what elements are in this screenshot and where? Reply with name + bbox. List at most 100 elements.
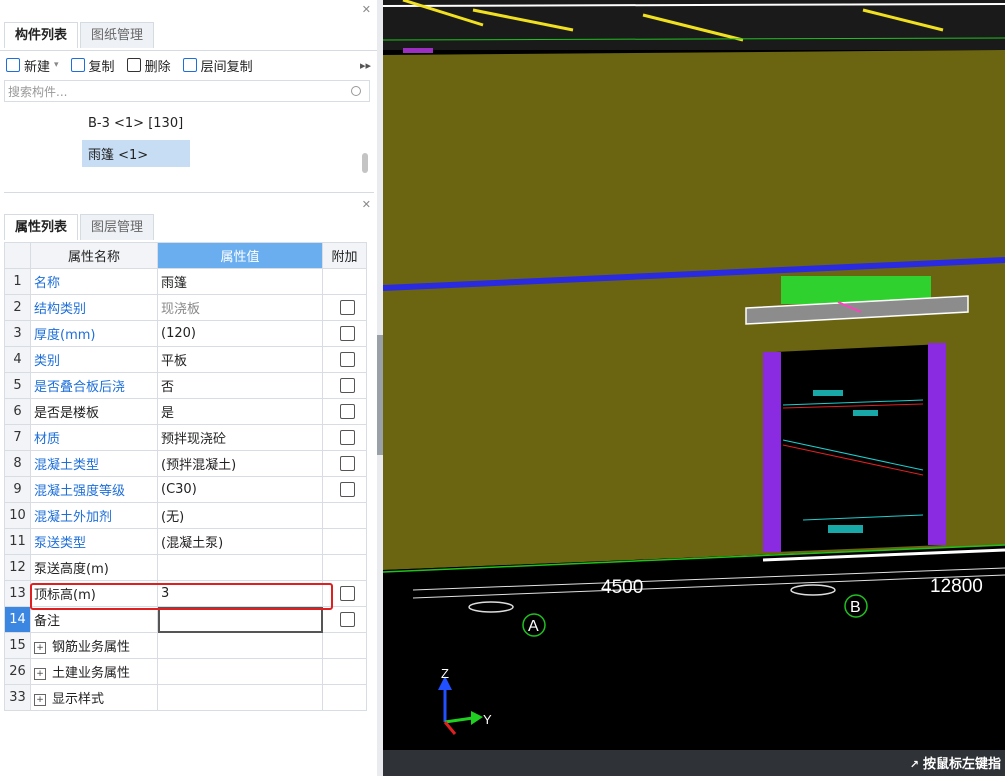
row-number: 9 xyxy=(4,476,31,503)
table-row[interactable]: 10 混凝土外加剂 (无) xyxy=(4,502,367,529)
property-value[interactable]: 平板 xyxy=(157,346,323,373)
copy-button-label: 复制 xyxy=(88,59,115,75)
tab-property-list[interactable]: 属性列表 xyxy=(4,214,79,240)
search-input[interactable]: 搜索构件... xyxy=(8,83,351,100)
table-row[interactable]: 1 名称 雨篷 xyxy=(4,268,367,295)
property-value[interactable]: 3 xyxy=(157,580,323,607)
close-icon[interactable]: ✕ xyxy=(362,198,371,211)
copy-button[interactable]: 复制 xyxy=(70,56,115,75)
table-row[interactable]: 7 材质 预拌现浇砼 xyxy=(4,424,367,451)
floor-copy-icon xyxy=(182,58,197,72)
property-extra xyxy=(322,658,367,685)
extra-checkbox[interactable] xyxy=(340,326,355,341)
table-row[interactable]: 9 混凝土强度等级 (C30) xyxy=(4,476,367,503)
property-name-text: 备注 xyxy=(34,614,61,629)
property-value[interactable]: 否 xyxy=(157,372,323,399)
axis-a-label: A xyxy=(528,618,539,635)
chevron-down-icon[interactable]: ▾ xyxy=(54,60,59,70)
scrollbar-thumb[interactable] xyxy=(362,153,368,173)
new-button[interactable]: 新建 ▾ xyxy=(6,56,59,75)
extra-checkbox[interactable] xyxy=(340,430,355,445)
table-row[interactable]: 6 是否是楼板 是 xyxy=(4,398,367,425)
property-value[interactable]: (预拌混凝土) xyxy=(157,450,323,477)
extra-checkbox[interactable] xyxy=(340,404,355,419)
property-extra xyxy=(322,268,367,295)
door-opening xyxy=(775,344,943,552)
delete-button[interactable]: 删除 xyxy=(126,56,171,75)
row-number: 33 xyxy=(4,684,31,711)
new-icon xyxy=(6,58,20,72)
extra-checkbox[interactable] xyxy=(340,456,355,471)
property-value[interactable]: (混凝土泵) xyxy=(157,528,323,555)
extra-checkbox[interactable] xyxy=(340,482,355,497)
3d-viewport[interactable]: A B 4500 12800 Z Y ↗ 按鼠标左键指 xyxy=(383,0,1005,776)
scene-canvas[interactable]: A B 4500 12800 Z Y xyxy=(383,0,1005,776)
property-value[interactable]: (C30) xyxy=(157,476,323,503)
property-name-text: 钢筋业务属性 xyxy=(52,640,131,655)
table-row[interactable]: 12 泵送高度(m) xyxy=(4,554,367,581)
property-value[interactable]: 现浇板 xyxy=(157,294,323,321)
property-name-text: 混凝土外加剂 xyxy=(34,510,113,525)
copy-icon xyxy=(70,58,85,72)
property-name: 厚度(mm) xyxy=(30,320,158,347)
extra-checkbox[interactable] xyxy=(340,300,355,315)
property-value[interactable] xyxy=(157,606,323,633)
property-name: + 钢筋业务属性 xyxy=(30,632,158,659)
property-value[interactable] xyxy=(157,554,323,581)
table-row[interactable]: 5 是否叠合板后浇 否 xyxy=(4,372,367,399)
table-row[interactable]: 15 + 钢筋业务属性 xyxy=(4,632,367,659)
row-number: 5 xyxy=(4,372,31,399)
property-name-text: 显示样式 xyxy=(52,692,105,707)
property-value[interactable] xyxy=(157,684,323,711)
floor-copy-button-label: 层间复制 xyxy=(200,59,253,75)
tab-component-list[interactable]: 构件列表 xyxy=(4,22,79,48)
property-extra xyxy=(322,398,367,425)
property-extra xyxy=(322,580,367,607)
property-extra xyxy=(322,424,367,451)
property-extra xyxy=(322,632,367,659)
cursor-icon: ↗ xyxy=(909,758,919,771)
search-icon[interactable] xyxy=(351,86,361,96)
property-value[interactable]: (120) xyxy=(157,320,323,347)
table-row[interactable]: 8 混凝土类型 (预拌混凝土) xyxy=(4,450,367,477)
extra-checkbox[interactable] xyxy=(340,378,355,393)
table-row[interactable]: 14 备注 xyxy=(4,606,367,633)
close-icon[interactable]: ✕ xyxy=(362,3,371,16)
tab-layer-management[interactable]: 图层管理 xyxy=(80,214,155,240)
property-name: 材质 xyxy=(30,424,158,451)
property-value[interactable]: 雨篷 xyxy=(157,268,323,295)
table-row[interactable]: 13 顶标高(m) 3 xyxy=(4,580,367,607)
table-row[interactable]: 2 结构类别 现浇板 xyxy=(4,294,367,321)
property-value[interactable]: 预拌现浇砼 xyxy=(157,424,323,451)
property-value[interactable] xyxy=(157,632,323,659)
floor-copy-button[interactable]: 层间复制 xyxy=(182,56,253,75)
search-box[interactable]: 搜索构件... xyxy=(4,80,370,102)
table-row[interactable]: 11 泵送类型 (混凝土泵) xyxy=(4,528,367,555)
extra-checkbox[interactable] xyxy=(340,586,355,601)
table-row[interactable]: 33 + 显示样式 xyxy=(4,684,367,711)
property-name: 名称 xyxy=(30,268,158,295)
property-value[interactable]: (无) xyxy=(157,502,323,529)
expand-icon[interactable]: + xyxy=(34,667,46,680)
property-name: 混凝土强度等级 xyxy=(30,476,158,503)
header-name: 属性名称 xyxy=(30,242,158,269)
table-row[interactable]: 4 类别 平板 xyxy=(4,346,367,373)
table-row[interactable]: 26 + 土建业务属性 xyxy=(4,658,367,685)
door-frame-right xyxy=(928,343,946,545)
property-value[interactable] xyxy=(157,658,323,685)
extra-checkbox[interactable] xyxy=(340,352,355,367)
expand-icon[interactable]: + xyxy=(34,693,46,706)
property-value[interactable]: 是 xyxy=(157,398,323,425)
table-row[interactable]: 3 厚度(mm) (120) xyxy=(4,320,367,347)
tab-drawing-management[interactable]: 图纸管理 xyxy=(80,22,155,48)
more-icon[interactable]: ▸▸ xyxy=(360,59,371,72)
row-number: 8 xyxy=(4,450,31,477)
expand-icon[interactable]: + xyxy=(34,641,46,654)
axis-b-label: B xyxy=(850,599,861,616)
extra-checkbox[interactable] xyxy=(340,612,355,627)
tree-item-canopy[interactable]: 雨篷 <1> xyxy=(82,140,190,167)
trash-icon xyxy=(126,58,141,72)
property-name-text: 是否叠合板后浇 xyxy=(34,380,126,395)
tree-item-b3[interactable]: B-3 <1> [130] xyxy=(82,112,189,135)
header-num xyxy=(4,242,31,269)
